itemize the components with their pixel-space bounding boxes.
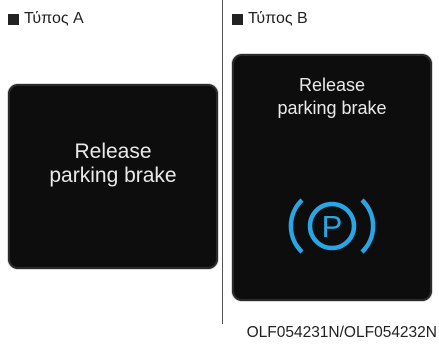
square-bullet-icon <box>8 13 19 25</box>
panel-divider <box>222 0 223 324</box>
square-bullet-icon <box>232 13 243 25</box>
cluster-display-a: Release parking brake <box>8 84 218 269</box>
release-parking-brake-message: Release parking brake <box>232 74 432 120</box>
panel-b-header: Τύπος B <box>232 10 308 28</box>
figure-code-caption: OLF054231N/OLF054232N <box>246 324 437 341</box>
parking-brake-icon: P <box>288 198 376 254</box>
message-line-2: parking brake <box>277 98 387 118</box>
cluster-display-b: Release parking brake P <box>232 54 432 301</box>
message-line-1: Release <box>298 75 366 95</box>
panel-b-label: Τύπος B <box>248 10 308 27</box>
panel-a-header: Τύπος A <box>8 10 84 28</box>
message-line-1: Release <box>74 140 152 163</box>
release-parking-brake-message: Release parking brake <box>8 140 218 188</box>
panel-a-label: Τύπος A <box>24 10 84 27</box>
message-line-2: parking brake <box>49 164 177 187</box>
parking-p-glyph: P <box>322 209 343 244</box>
